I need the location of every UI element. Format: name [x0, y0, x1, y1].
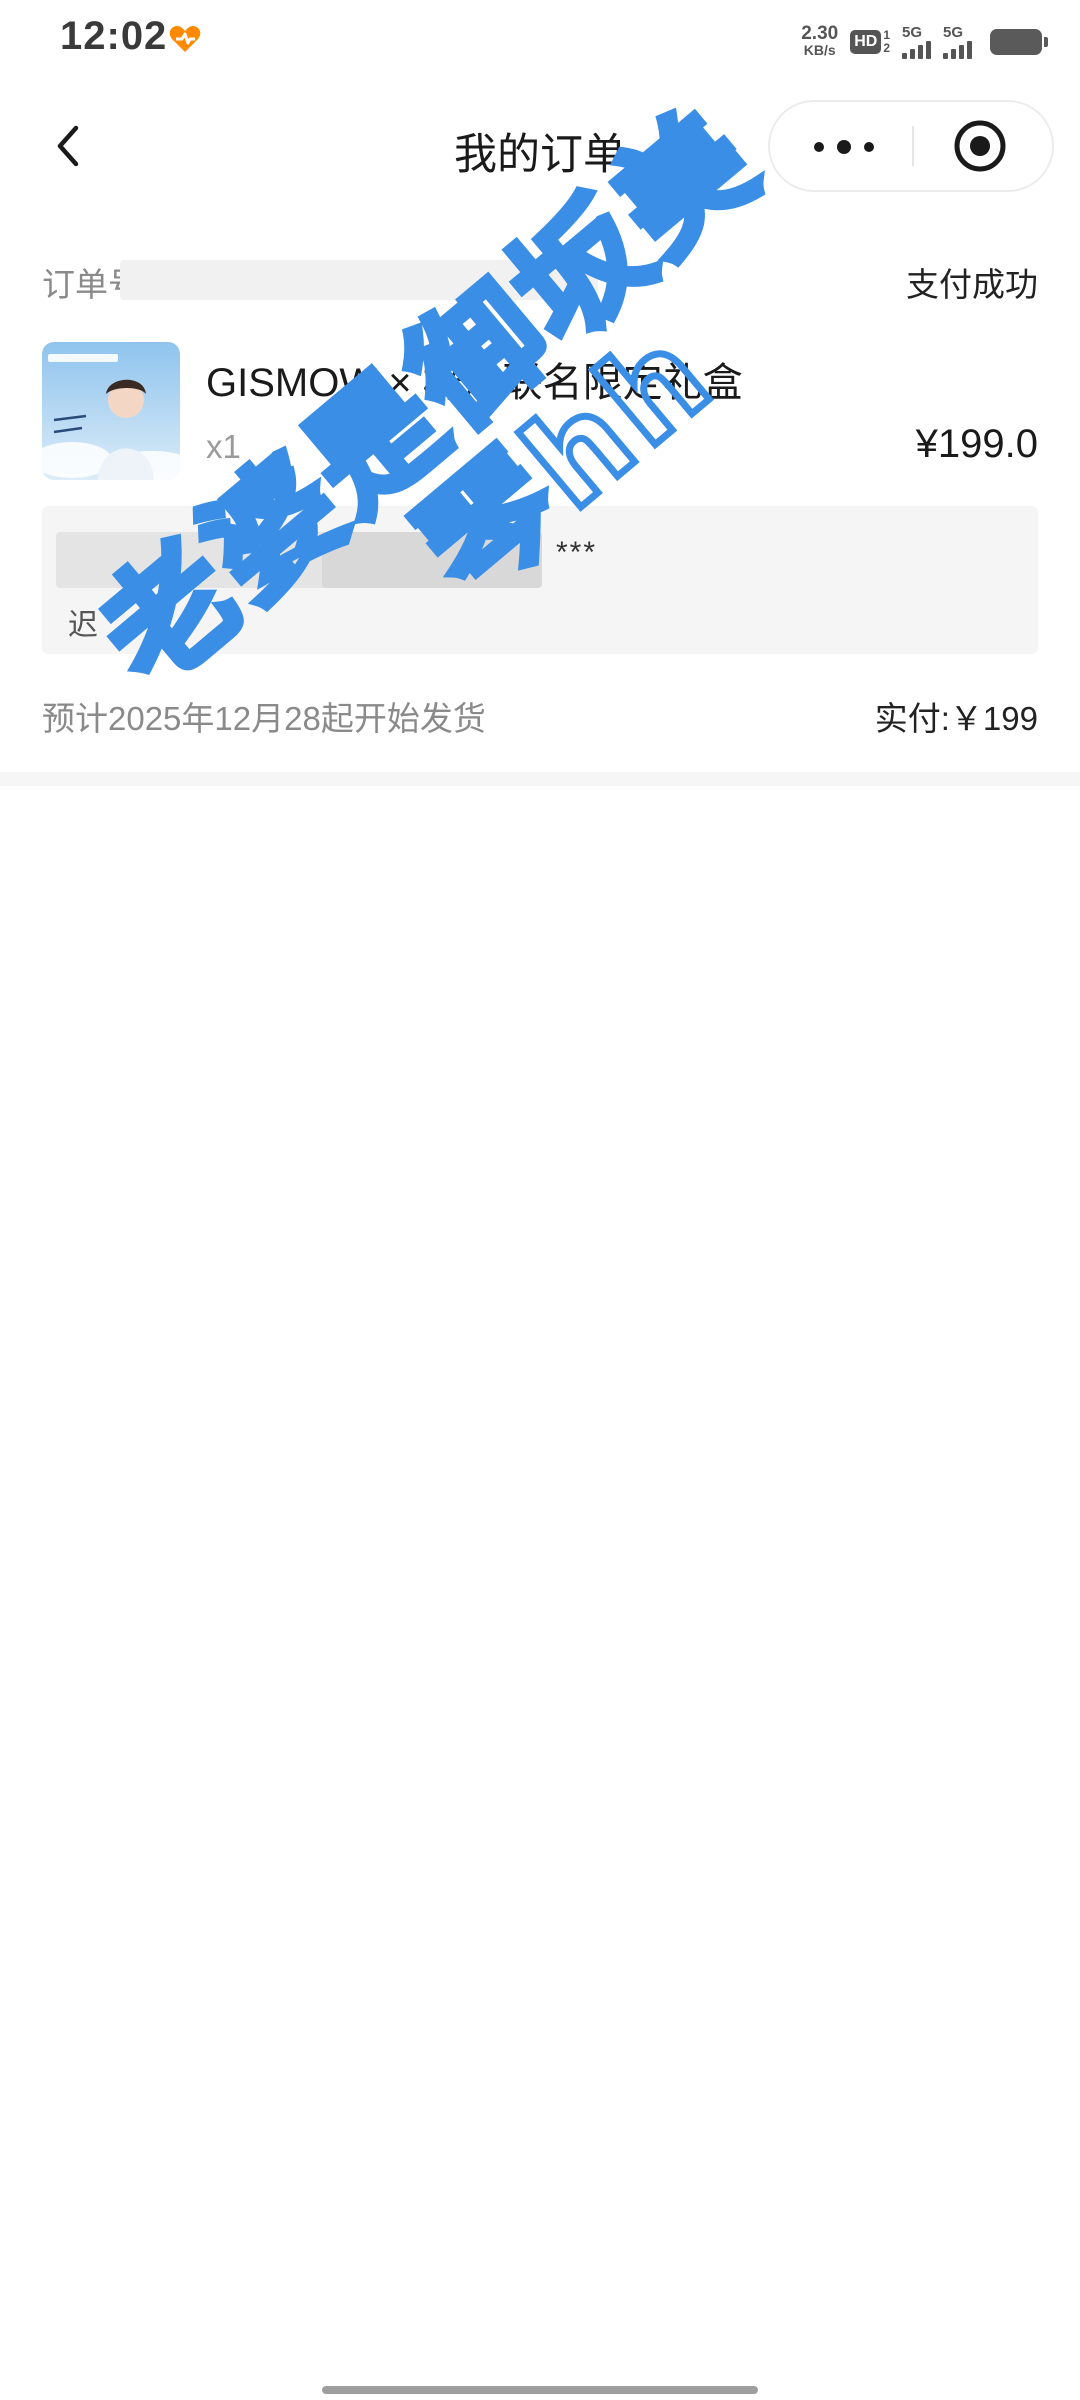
address-redacted [56, 532, 356, 588]
hd-sim-2: 2 [883, 41, 890, 55]
status-time: 12:02 [60, 14, 168, 58]
product-image[interactable] [42, 342, 180, 480]
shipping-estimate: 预计2025年12月28起开始发货 [42, 700, 486, 737]
order-status: 支付成功 [906, 266, 1038, 303]
product-name[interactable]: GISMOW × 梓渝联名限定礼盒 [206, 350, 743, 408]
section-divider [0, 772, 1080, 786]
hd-voice-icon: HD 1 2 [850, 29, 890, 55]
status-icons: 2.30 KB/s HD 1 2 5G 5G [801, 16, 1048, 68]
product-quantity: x1 [206, 428, 241, 465]
mini-program-capsule [768, 100, 1054, 192]
battery-icon [990, 29, 1048, 55]
close-mini-program-button[interactable] [914, 102, 1052, 190]
home-indicator[interactable] [322, 2386, 758, 2394]
order-card[interactable]: 订单号 支付成功 GISMOW × 梓渝联名限定礼盒 x1 ¥199.0 ***… [0, 232, 1080, 772]
order-number-redacted [120, 260, 598, 300]
address-masked-text: *** [556, 536, 598, 569]
sim2-label: 5G [943, 24, 964, 41]
product-price: ¥199.0 [915, 422, 1038, 466]
network-speed: 2.30 KB/s [801, 23, 839, 59]
nav-bar: 我的订单 [0, 92, 1080, 202]
address-redacted [322, 532, 542, 588]
paid-total: 实付:￥199 [874, 700, 1038, 737]
hd-label: HD [850, 30, 882, 54]
network-speed-value: 2.30 [801, 23, 839, 44]
sim1-label: 5G [902, 24, 923, 41]
address-partial-text: 迟 [68, 609, 98, 642]
sim2-signal-icon: 5G [943, 25, 972, 59]
heart-icon [169, 26, 201, 52]
product-image-art [42, 342, 180, 480]
order-page: 12:02 2.30 KB/s HD 1 2 5G 5G 我的订单 订单号 支付… [0, 0, 1080, 2400]
status-bar: 12:02 2.30 KB/s HD 1 2 5G 5G [0, 0, 1080, 84]
shipping-address: *** 迟 [42, 506, 1038, 654]
network-speed-unit: KB/s [803, 42, 836, 58]
target-icon [954, 120, 1006, 172]
sim1-signal-icon: 5G [902, 25, 931, 59]
more-icon [814, 140, 874, 154]
more-button[interactable] [770, 102, 912, 190]
